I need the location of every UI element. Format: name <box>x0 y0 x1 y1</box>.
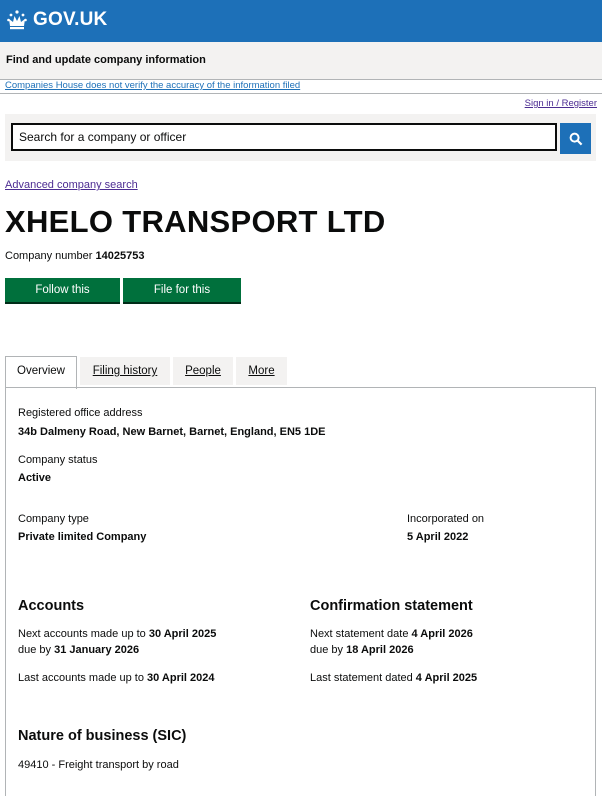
advanced-search-link[interactable]: Advanced company search <box>5 179 138 191</box>
follow-company-button[interactable]: Follow this company <box>5 278 120 320</box>
search-button[interactable] <box>560 123 591 154</box>
statement-due-date: 18 April 2026 <box>346 644 414 656</box>
nature-of-business-heading: Nature of business (SIC) <box>18 728 187 744</box>
next-statement-line: Next statement date 4 April 2026 <box>310 628 473 640</box>
tab-more[interactable]: More <box>236 357 287 385</box>
file-for-company-button[interactable]: File for this company <box>123 278 241 320</box>
last-accounts-date: 30 April 2024 <box>147 672 215 684</box>
registered-office-value: 34b Dalmeny Road, New Barnet, Barnet, En… <box>18 426 326 438</box>
accounts-due-line: due by 31 January 2026 <box>18 644 139 656</box>
next-accounts-line: Next accounts made up to 30 April 2025 <box>18 628 216 640</box>
next-statement-label: Next statement date <box>310 628 409 640</box>
govuk-brand-text: GOV.UK <box>33 9 108 30</box>
statement-due-label: due by <box>310 644 344 656</box>
next-accounts-label: Next accounts made up to <box>18 628 146 640</box>
crown-icon <box>7 10 27 30</box>
confirmation-heading: Confirmation statement <box>310 598 473 614</box>
incorporated-value: 5 April 2022 <box>407 531 469 543</box>
statement-due-line: due by 18 April 2026 <box>310 644 414 656</box>
next-statement-date: 4 April 2026 <box>411 628 473 640</box>
signin-register-link[interactable]: Sign in / Register <box>525 98 597 109</box>
last-accounts-label: Last accounts made up to <box>18 672 144 684</box>
accounts-due-date: 31 January 2026 <box>54 644 140 656</box>
company-name: XHELO TRANSPORT LTD <box>5 204 386 239</box>
tab-filing-history[interactable]: Filing history <box>80 357 170 385</box>
disclaimer-link[interactable]: Companies House does not verify the accu… <box>5 80 300 91</box>
company-status-value: Active <box>18 472 52 484</box>
company-type-value: Private limited Company <box>18 531 147 543</box>
last-statement-label: Last statement dated <box>310 672 413 684</box>
company-number: Company number 14025753 <box>5 250 144 262</box>
company-number-label: Company number <box>5 250 93 262</box>
company-status-label: Company status <box>18 454 98 466</box>
last-statement-line: Last statement dated 4 April 2025 <box>310 672 477 684</box>
tab-people[interactable]: People <box>173 357 233 385</box>
registered-office-label: Registered office address <box>18 407 143 419</box>
search-input[interactable] <box>11 123 557 151</box>
accounts-due-label: due by <box>18 644 52 656</box>
search-icon <box>569 132 582 145</box>
last-accounts-line: Last accounts made up to 30 April 2024 <box>18 672 215 684</box>
company-number-value: 14025753 <box>95 250 145 262</box>
company-type-label: Company type <box>18 513 89 525</box>
govuk-logo-link[interactable]: GOV.UK <box>6 9 107 31</box>
service-name[interactable]: Find and update company information <box>6 54 206 66</box>
incorporated-label: Incorporated on <box>407 513 485 525</box>
tab-overview[interactable]: Overview <box>5 356 77 389</box>
accounts-heading: Accounts <box>18 598 85 614</box>
sic-code: 49410 - Freight transport by road <box>18 759 179 771</box>
last-statement-date: 4 April 2025 <box>415 672 478 684</box>
next-accounts-date: 30 April 2025 <box>148 628 217 640</box>
